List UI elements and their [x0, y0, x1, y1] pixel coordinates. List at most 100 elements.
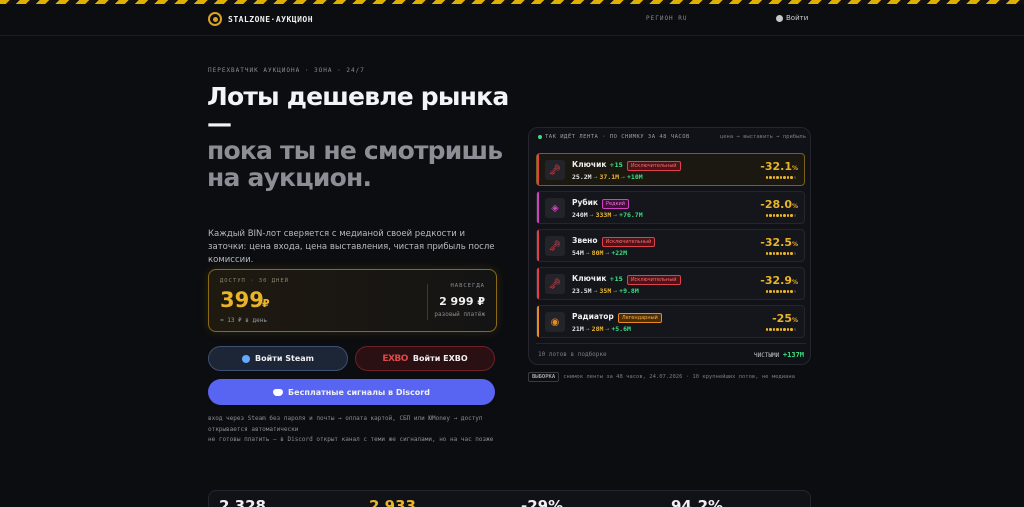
- rating-dot: [769, 252, 772, 255]
- arrow-icon: →: [585, 325, 590, 333]
- price-divider: [427, 284, 428, 320]
- logo[interactable]: STALZONE·АУКЦИОН: [208, 12, 313, 26]
- rating-dot: [783, 176, 786, 179]
- rating-dot: [776, 176, 779, 179]
- selection-note: ВЫБОРКА снимок ленты за 48 часов, 24.07.…: [528, 372, 795, 382]
- item-name: Ключик +15 Исключительный: [572, 274, 681, 285]
- price-chain: 23.5M → 35M → +9.8M: [572, 287, 639, 295]
- feed-title: ТАК ИДЁТ ЛЕНТА · ПО СНИМКУ ЗА 48 ЧАСОВ: [545, 134, 690, 140]
- rating-dot: [769, 328, 772, 331]
- steam-login-button[interactable]: Войти Steam: [208, 346, 348, 371]
- rating-dot: [779, 252, 782, 255]
- top-nav: STALZONE·АУКЦИОН РЕГИОН RU Войти: [0, 4, 1024, 36]
- item-name: Радиатор Легендарный: [572, 312, 662, 323]
- login-label: Войти: [786, 14, 809, 22]
- entry-price: 25.2M: [572, 173, 592, 181]
- feed-row[interactable]: 🗝 Ключик +15 Исключительный 25.2M → 37.1M → +10M…: [536, 153, 805, 186]
- arrow-icon: →: [605, 325, 610, 333]
- feed-row[interactable]: ◉ Радиатор Легендарный 21M → 28M → +5.6M -25%: [536, 305, 805, 338]
- rating-dot: [786, 176, 789, 179]
- list-price: 37.1M: [599, 173, 620, 181]
- rating-dot: [786, 328, 789, 331]
- headline-secondary: пока ты не смотришь на аукцион.: [207, 136, 503, 192]
- feed-row[interactable]: 🗝 Звено Исключительный 54M → 80M → +22M -32.5%: [536, 229, 805, 262]
- headline-primary: Лоты дешевле рынка —: [207, 82, 509, 138]
- hero-overline: ПЕРЕХВАТЧИК АУКЦИОНА · ЗОНА · 24/7: [208, 67, 365, 74]
- rating-dot: [793, 290, 796, 293]
- exbo-login-button[interactable]: EXBO Войти EXBO: [355, 346, 495, 371]
- feed-footer: 10 лотов в подборке ЧИСТЫМИ +137M: [536, 343, 806, 359]
- rating-dot: [772, 328, 775, 331]
- rating-dot: [772, 290, 775, 293]
- forever-note: разовый платёж: [434, 311, 485, 318]
- selection-tag: ВЫБОРКА: [528, 372, 560, 382]
- entry-price: 23.5M: [572, 287, 592, 295]
- discount-percent: -25%: [772, 312, 798, 325]
- price-chain: 21M → 28M → +5.6M: [572, 325, 631, 333]
- discount-unit: %: [791, 165, 798, 172]
- forever-label: НАВСЕГДА: [450, 283, 485, 289]
- rarity-badge: Редкий: [601, 199, 630, 209]
- item-icon: 🗝: [545, 160, 565, 180]
- list-price: 333M: [595, 211, 612, 219]
- discount-percent: -28.0%: [760, 198, 798, 211]
- price-chain: 25.2M → 37.1M → +10M: [572, 173, 643, 181]
- rating-dot: [765, 214, 768, 217]
- profit-value: +9.8M: [619, 287, 639, 295]
- net-label: ЧИСТЫМИ: [754, 352, 780, 359]
- region-selector[interactable]: РЕГИОН RU: [646, 15, 688, 22]
- discount-value: -32.5: [760, 236, 792, 249]
- item-icon: ◈: [545, 198, 565, 218]
- discord-button-label: Бесплатные сигналы в Discord: [288, 387, 430, 397]
- rating-dot: [793, 252, 796, 255]
- discount-unit: %: [791, 279, 798, 286]
- rating-dots: [765, 214, 796, 217]
- item-title: Ключик: [572, 160, 607, 169]
- rarity-accent: [537, 154, 539, 185]
- lot-count: 10 лотов в подборке: [538, 351, 607, 358]
- live-dot-icon: [538, 135, 542, 139]
- rating-dot: [793, 328, 796, 331]
- discord-signals-button[interactable]: Бесплатные сигналы в Discord: [208, 379, 495, 405]
- arrow-icon: →: [593, 173, 598, 181]
- rating-dot: [779, 328, 782, 331]
- feed-row[interactable]: ◈ Рубик Редкий 240M → 333M → +76.7M -28.0%: [536, 191, 805, 224]
- rating-dot: [769, 214, 772, 217]
- arrow-icon: →: [593, 287, 598, 295]
- forever-price: 2 999 ₽: [439, 295, 485, 308]
- login-link[interactable]: Войти: [776, 14, 808, 22]
- rating-dot: [779, 290, 782, 293]
- feed-header: ТАК ИДЁТ ЛЕНТА · ПО СНИМКУ ЗА 48 ЧАСОВ ц…: [538, 134, 806, 140]
- price-chain: 240M → 333M → +76.7M: [572, 211, 643, 219]
- discount-unit: %: [791, 317, 798, 324]
- rating-dot: [783, 328, 786, 331]
- rating-dots: [765, 176, 796, 179]
- item-title: Радиатор: [572, 312, 614, 321]
- net-value: +137M: [782, 351, 804, 359]
- rarity-accent: [537, 306, 539, 337]
- rating-dot: [793, 176, 796, 179]
- rating-dots: [765, 290, 796, 293]
- steam-button-label: Войти Steam: [255, 354, 314, 363]
- rating-dot: [765, 176, 768, 179]
- rating-dot: [790, 214, 793, 217]
- arrow-icon: →: [613, 287, 618, 295]
- discount-unit: %: [791, 241, 798, 248]
- rarity-badge: Легендарный: [617, 313, 662, 323]
- discount-value: -25: [772, 312, 792, 325]
- feed-legend: цена → выставить → прибыль: [719, 134, 806, 140]
- deal-feed-panel: ТАК ИДЁТ ЛЕНТА · ПО СНИМКУ ЗА 48 ЧАСОВ ц…: [528, 127, 811, 365]
- currency-symbol: ₽: [262, 297, 270, 310]
- feed-row[interactable]: 🗝 Ключик +15 Исключительный 23.5M → 35M → +9.8M -…: [536, 267, 805, 300]
- discount-value: -32.1: [760, 160, 792, 173]
- rating-dot: [783, 252, 786, 255]
- pricing-card: ДОСТУП · 30 ДНЕЙ 399 ₽ ≈ 13 ₽ в день НАВ…: [208, 269, 497, 332]
- list-price: 80M: [591, 249, 604, 257]
- fine-print: вход через Steam без пароля и почты → оп…: [208, 414, 508, 446]
- item-title: Ключик: [572, 274, 607, 283]
- radiation-icon: [208, 12, 222, 26]
- list-price: 28M: [591, 325, 604, 333]
- fine-print-line: не готовы платить — в Discord открыт кан…: [208, 436, 494, 443]
- item-title: Рубик: [572, 198, 598, 207]
- item-icon: 🗝: [545, 236, 565, 256]
